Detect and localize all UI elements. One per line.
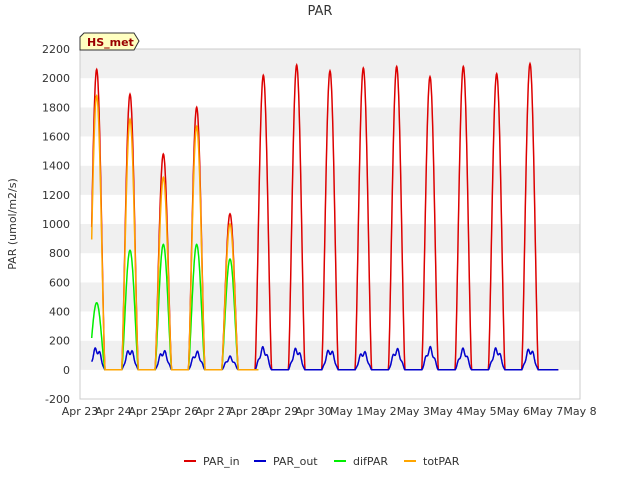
- grid-band: [80, 253, 580, 283]
- y-tick-label: 800: [49, 247, 70, 260]
- chart-svg: PAR -20002004006008001000120014001600180…: [6, 4, 597, 468]
- y-tick-label: 2000: [42, 72, 70, 85]
- x-tick-label: May 6: [497, 405, 530, 418]
- site-label: HS_met: [87, 36, 134, 49]
- x-tick-label: May 4: [430, 405, 463, 418]
- chart-title: PAR: [308, 4, 333, 19]
- y-tick-label: 1600: [42, 131, 70, 144]
- x-tick-label: Apr 30: [295, 405, 332, 418]
- grid-band: [80, 194, 580, 224]
- par-chart: PAR -200 0 200 400 600 800 1000 1200 1400 1600 180…: [0, 0, 640, 480]
- grid-band: [80, 369, 580, 399]
- x-tick-label: Apr 24: [95, 405, 132, 418]
- y-tick-label: 1000: [42, 218, 70, 231]
- grid-band: [80, 311, 580, 341]
- x-tick-label: Apr 25: [128, 405, 165, 418]
- grid-band: [80, 282, 580, 312]
- grid-band: [80, 165, 580, 195]
- legend-label: difPAR: [353, 455, 388, 468]
- x-tick-label: May 3: [397, 405, 430, 418]
- legend-label: PAR_in: [203, 455, 240, 468]
- y-tick-label: 2200: [42, 43, 70, 56]
- y-tick-label: 600: [49, 276, 70, 289]
- legend-label: PAR_out: [273, 455, 318, 468]
- grid-band: [80, 78, 580, 108]
- x-tick-label: May 2: [363, 405, 396, 418]
- x-tick-label: May 1: [330, 405, 363, 418]
- x-tick-label: Apr 23: [62, 405, 99, 418]
- grid-bands: [80, 49, 580, 399]
- y-tick-label: 400: [49, 306, 70, 319]
- x-tick-label: May 8: [563, 405, 596, 418]
- y-tick-label: 1800: [42, 101, 70, 114]
- x-tick-label: Apr 28: [228, 405, 265, 418]
- x-tick-label: Apr 26: [162, 405, 199, 418]
- grid-band: [80, 107, 580, 137]
- y-axis-ticks: -200020040060080010001200140016001800200…: [42, 43, 70, 406]
- y-tick-label: 200: [49, 335, 70, 348]
- y-tick-label: 1200: [42, 189, 70, 202]
- legend: PAR_in PAR_out difPAR totPAR: [184, 455, 460, 468]
- y-tick-label: 1400: [42, 160, 70, 173]
- x-tick-label: May 7: [530, 405, 563, 418]
- y-tick-label: 0: [63, 364, 70, 377]
- grid-band: [80, 136, 580, 166]
- grid-band: [80, 224, 580, 254]
- site-label-box: HS_met: [79, 32, 140, 51]
- x-tick-label: Apr 27: [195, 405, 232, 418]
- x-tick-label: May 5: [463, 405, 496, 418]
- x-tick-label: Apr 29: [262, 405, 299, 418]
- y-axis-label: PAR (umol/m2/s): [6, 178, 19, 270]
- legend-label: totPAR: [423, 455, 460, 468]
- x-axis-ticks: Apr 23Apr 24Apr 25Apr 26Apr 27Apr 28Apr …: [62, 405, 597, 418]
